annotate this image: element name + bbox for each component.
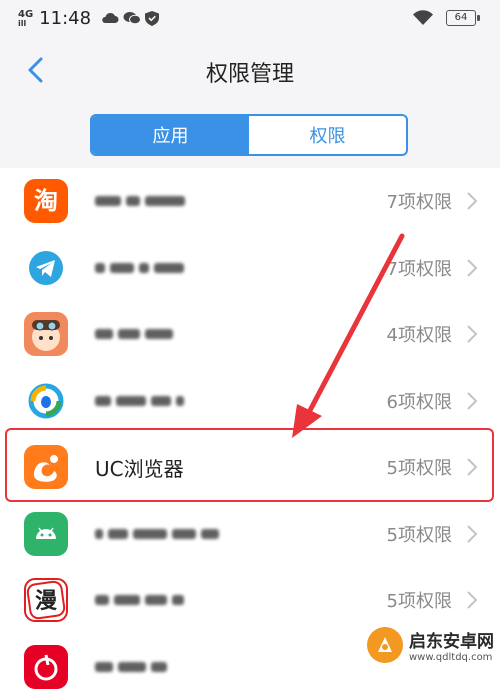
tab-apps[interactable]: 应用 bbox=[92, 116, 249, 154]
qq-browser-icon bbox=[24, 379, 68, 423]
svg-text:漫: 漫 bbox=[35, 589, 57, 614]
status-bar: 4G ill 11:48 64 bbox=[0, 0, 500, 40]
chevron-right-icon bbox=[466, 258, 478, 278]
tab-permissions[interactable]: 权限 bbox=[249, 116, 406, 154]
chevron-right-icon bbox=[466, 391, 478, 411]
watermark-url: www.qdltdq.com bbox=[409, 652, 494, 663]
app-name-redacted bbox=[95, 301, 173, 367]
list-item[interactable]: 5项权限 bbox=[0, 501, 500, 568]
wifi-icon bbox=[412, 10, 434, 26]
battery-indicator: 64 bbox=[446, 10, 476, 26]
network-indicator: 4G ill bbox=[18, 10, 33, 28]
highlight-box bbox=[5, 428, 494, 502]
permission-count: 5项权限 bbox=[387, 567, 452, 633]
list-item[interactable]: 7项权限 bbox=[0, 235, 500, 302]
page-title: 权限管理 bbox=[0, 56, 500, 88]
list-item[interactable]: 6项权限 bbox=[0, 368, 500, 435]
cloud-icon bbox=[101, 11, 119, 25]
permission-count: 6项权限 bbox=[387, 368, 452, 434]
shield-icon bbox=[145, 11, 159, 26]
chevron-right-icon bbox=[466, 324, 478, 344]
permission-count: 4项权限 bbox=[387, 301, 452, 367]
list-item[interactable]: 漫 5项权限 bbox=[0, 567, 500, 634]
segmented-control: 应用 权限 bbox=[90, 114, 408, 156]
telegram-icon bbox=[24, 246, 68, 290]
header: 权限管理 bbox=[0, 40, 500, 102]
android-icon bbox=[24, 512, 68, 556]
permission-count: 7项权限 bbox=[387, 168, 452, 234]
svg-text:淘: 淘 bbox=[34, 187, 58, 215]
watermark-name: 启东安卓网 bbox=[409, 627, 494, 652]
watermark-logo-icon bbox=[367, 627, 403, 663]
permission-count: 5项权限 bbox=[387, 501, 452, 567]
chevron-right-icon bbox=[466, 524, 478, 544]
anime-avatar-icon bbox=[24, 312, 68, 356]
app-name-redacted bbox=[95, 168, 185, 234]
app-name-redacted bbox=[95, 501, 219, 567]
chevron-right-icon bbox=[466, 191, 478, 211]
app-name-redacted bbox=[95, 567, 184, 633]
taobao-icon: 淘 bbox=[24, 179, 68, 223]
list-item[interactable]: 4项权限 bbox=[0, 301, 500, 368]
watermark: 启东安卓网 www.qdltdq.com bbox=[367, 627, 494, 663]
app-name-redacted bbox=[95, 368, 184, 434]
wechat-icon bbox=[123, 11, 141, 25]
chevron-right-icon bbox=[466, 590, 478, 610]
app-name-redacted bbox=[95, 235, 184, 301]
permission-count: 7项权限 bbox=[387, 235, 452, 301]
list-item[interactable]: 淘 7项权限 bbox=[0, 168, 500, 235]
tab-bar: 应用 权限 bbox=[0, 102, 500, 168]
manga-icon: 漫 bbox=[24, 578, 68, 622]
clock: 11:48 bbox=[39, 8, 91, 29]
